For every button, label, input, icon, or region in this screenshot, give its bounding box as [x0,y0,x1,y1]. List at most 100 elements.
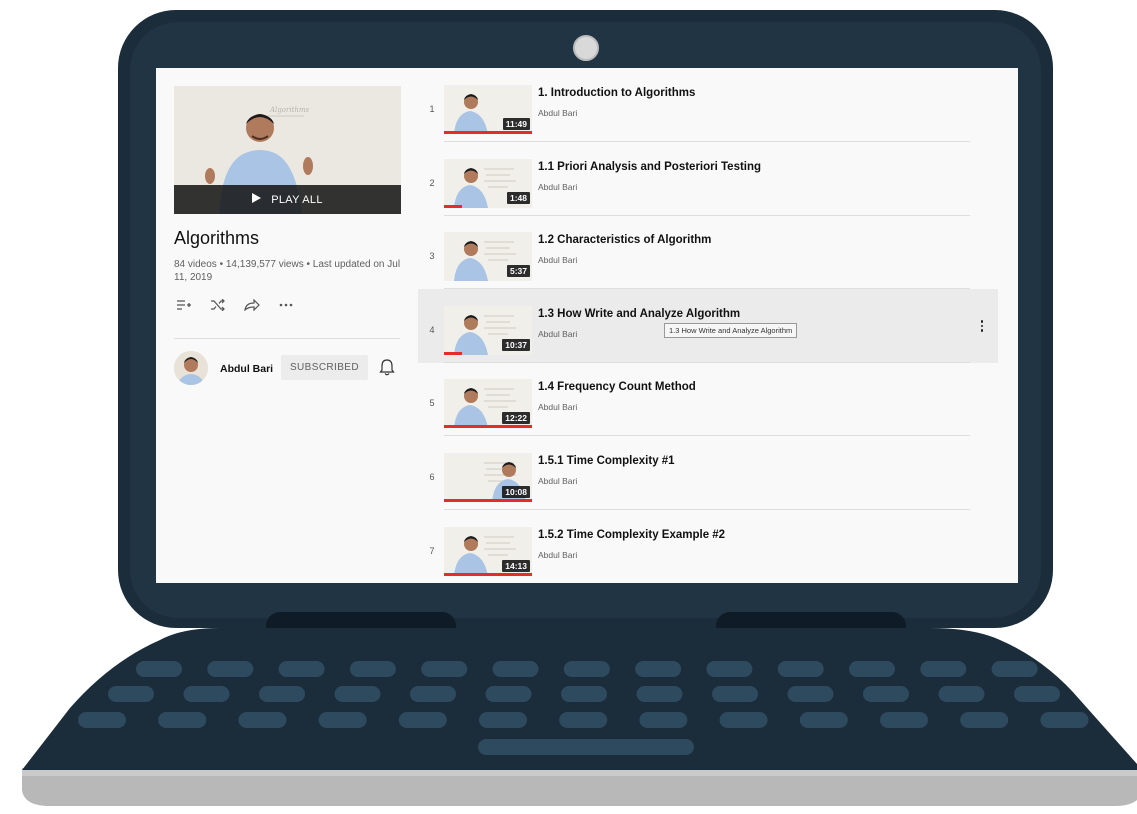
video-index: 2 [429,177,435,188]
video-channel[interactable]: Abdul Bari [538,329,577,339]
video-channel[interactable]: Abdul Bari [538,402,577,412]
keyboard-key [712,686,758,702]
keyboard-key [334,686,381,702]
video-title[interactable]: 1.4 Frequency Count Method [538,381,696,393]
video-index: 7 [429,545,435,556]
keyboard-key [1014,686,1060,702]
playlist-stats: 84 videos • 14,139,577 views • Last upda… [174,259,401,283]
more-horizontal-icon[interactable] [276,296,296,314]
video-row[interactable]: 3 5:37 1.2 Characteristics of Algorithm Abd… [418,215,998,290]
channel-name[interactable]: Abdul Bari [220,363,273,375]
keyboard-key [863,686,909,702]
video-duration: 10:08 [502,486,530,498]
browser-screen: Algorithms PLAY ALL Algorithms 84 videos… [156,68,1018,583]
video-title[interactable]: 1.5.1 Time Complexity #1 [538,455,675,467]
video-thumbnail[interactable]: 5:37 [444,232,532,282]
video-list: 1 11:49 1. Introduction to Algorithms Abdul… [418,68,1018,583]
video-row[interactable]: 5 12:22 1.4 Frequency Count Method Abdul Ba… [418,362,998,437]
keyboard-key [559,712,608,728]
keyboard-key [398,712,447,728]
keyboard-key [349,661,396,677]
video-title[interactable]: 1.2 Characteristics of Algorithm [538,234,711,246]
keyboard-key [777,661,824,677]
watch-progress-bar [444,572,532,576]
video-thumbnail[interactable]: 12:22 [444,379,532,429]
watch-progress-bar [444,204,462,208]
keyboard-key [259,686,305,702]
subscribe-button[interactable]: SUBSCRIBED [281,355,368,380]
video-title[interactable]: 1.3 How Write and Analyze Algorithm [538,308,740,320]
video-title[interactable]: 1. Introduction to Algorithms [538,87,695,99]
video-thumbnail[interactable]: 14:13 [444,526,532,576]
keyboard-key [563,661,610,677]
share-icon[interactable] [242,296,262,314]
keyboard-key [636,686,683,702]
keyboard-key [960,712,1009,728]
video-duration: 10:37 [502,338,530,351]
keyboard-key [880,712,928,728]
playlist-actions [174,296,296,314]
video-row[interactable]: 4 10:37 1.3 How Write and Analyze Algorith… [418,288,998,363]
video-index: 1 [429,104,435,114]
keyboard-key [278,661,325,677]
keyboard-key [635,661,682,677]
avatar[interactable] [174,351,208,385]
keyboard-key [183,686,230,702]
video-thumbnail[interactable]: 10:37 [444,305,532,355]
video-duration: 5:37 [506,265,530,278]
playlist-sidebar: Algorithms PLAY ALL Algorithms 84 videos… [156,68,418,583]
keyboard-key [1040,712,1089,728]
video-index: 3 [429,251,435,262]
svg-text:Algorithms: Algorithms [269,106,310,114]
keyboard-key [136,661,182,677]
keyboard-key [492,661,539,677]
play-all-label: PLAY ALL [271,193,323,206]
play-icon [252,193,262,206]
video-channel[interactable]: Abdul Bari [538,550,577,560]
shuffle-icon[interactable] [208,296,228,314]
keyboard-key [479,712,527,728]
channel-row: Abdul Bari SUBSCRIBED [174,351,414,387]
playlist-title: Algorithms [174,228,260,248]
keyboard-key [706,661,753,677]
watch-progress-bar [444,425,532,429]
video-row[interactable]: 7 14:13 1.5.2 Time Complexity Example #2 Ab… [418,510,998,583]
video-index: 6 [429,472,435,482]
video-channel[interactable]: Abdul Bari [538,255,577,265]
keyboard-key [991,661,1038,677]
video-channel[interactable]: Abdul Bari [538,476,577,486]
video-index: 4 [429,324,435,335]
playlist-thumbnail[interactable]: Algorithms PLAY ALL [174,86,401,214]
sidebar-divider [174,338,400,339]
video-duration: 12:22 [502,412,530,425]
watch-progress-bar [444,499,532,502]
play-all-button[interactable]: PLAY ALL [174,185,401,214]
video-channel[interactable]: Abdul Bari [538,182,577,192]
video-row[interactable]: 6 10:08 1.5.1 Time Complexity #1 Abdul Bari [418,436,998,510]
title-tooltip: 1.3 How Write and Analyze Algorithm [664,322,798,338]
keyboard-key [78,712,126,728]
video-row[interactable]: 2 1:48 1.1 Priori Analysis and Posteriori … [418,142,998,216]
video-title[interactable]: 1.5.2 Time Complexity Example #2 [538,529,725,541]
keyboard-key [108,686,154,702]
keyboard-key [920,661,967,677]
keyboard-key [207,661,254,677]
video-thumbnail[interactable]: 10:08 [444,453,532,502]
bell-icon[interactable] [379,358,395,376]
more-vertical-icon[interactable] [976,317,988,335]
video-thumbnail[interactable]: 11:49 [444,85,532,134]
video-row[interactable]: 1 11:49 1. Introduction to Algorithms Abdul… [418,68,998,142]
keyboard-key [561,686,607,702]
add-to-queue-icon[interactable] [174,296,194,314]
video-duration: 14:13 [502,559,530,572]
keyboard-key [485,686,532,702]
keyboard-key [318,712,367,728]
keyboard-spacebar [478,739,694,755]
video-channel[interactable]: Abdul Bari [538,108,577,118]
keyboard-key [787,686,834,702]
video-thumbnail[interactable]: 1:48 [444,158,532,208]
keyboard-key [719,712,768,728]
keyboard-key [849,661,895,677]
video-title[interactable]: 1.1 Priori Analysis and Posteriori Testi… [538,161,761,173]
video-duration: 1:48 [506,191,530,204]
